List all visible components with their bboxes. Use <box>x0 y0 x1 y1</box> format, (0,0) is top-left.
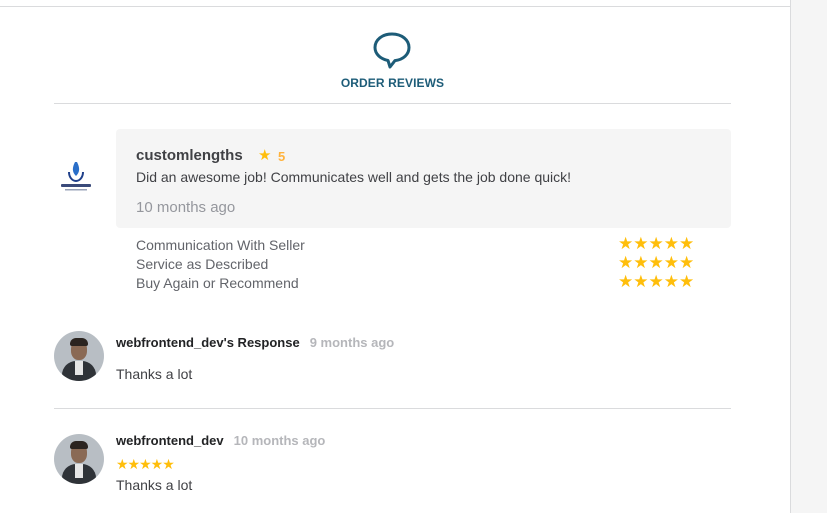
seller-review-time: 10 months ago <box>233 433 326 448</box>
criteria-row: Buy Again or Recommend ★★★★★ <box>136 272 716 294</box>
response-header: webfrontend_dev's Response 9 months ago <box>116 335 394 350</box>
five-star-rating-icon: ★★★★★ <box>618 234 695 253</box>
seller-review-header: webfrontend_dev 10 months ago <box>116 433 325 448</box>
review-time: 10 months ago <box>136 199 236 216</box>
right-side-panel <box>790 0 827 513</box>
review-comment: Did an awesome job! Communicates well an… <box>136 169 572 185</box>
five-star-rating-icon: ★★★★★ <box>618 272 695 291</box>
response-time: 9 months ago <box>309 335 395 350</box>
responder-name[interactable]: webfrontend_dev's Response <box>116 335 300 350</box>
top-border <box>0 6 790 7</box>
chat-bubble-icon <box>373 32 411 69</box>
seller-review-message: Thanks a lot <box>116 477 193 493</box>
divider <box>54 408 731 409</box>
criteria-label: Service as Described <box>136 256 269 272</box>
divider <box>54 103 731 104</box>
section-title: ORDER REVIEWS <box>340 76 445 90</box>
response-message: Thanks a lot <box>116 366 193 382</box>
avatar[interactable] <box>54 434 104 484</box>
review-card: customlengths ★ 5 Did an awesome job! Co… <box>116 129 731 228</box>
reviewer-name[interactable]: customlengths <box>136 147 243 164</box>
star-icon: ★ <box>258 147 272 164</box>
criteria-label: Buy Again or Recommend <box>136 275 299 291</box>
rating-value: 5 <box>278 149 286 164</box>
five-star-rating-icon: ★★★★★ <box>618 253 695 272</box>
company-logo <box>61 162 91 191</box>
seller-name[interactable]: webfrontend_dev <box>116 433 224 448</box>
five-star-rating-icon: ★★★★★ <box>116 456 175 472</box>
criteria-label: Communication With Seller <box>136 237 305 253</box>
avatar[interactable] <box>54 331 104 381</box>
